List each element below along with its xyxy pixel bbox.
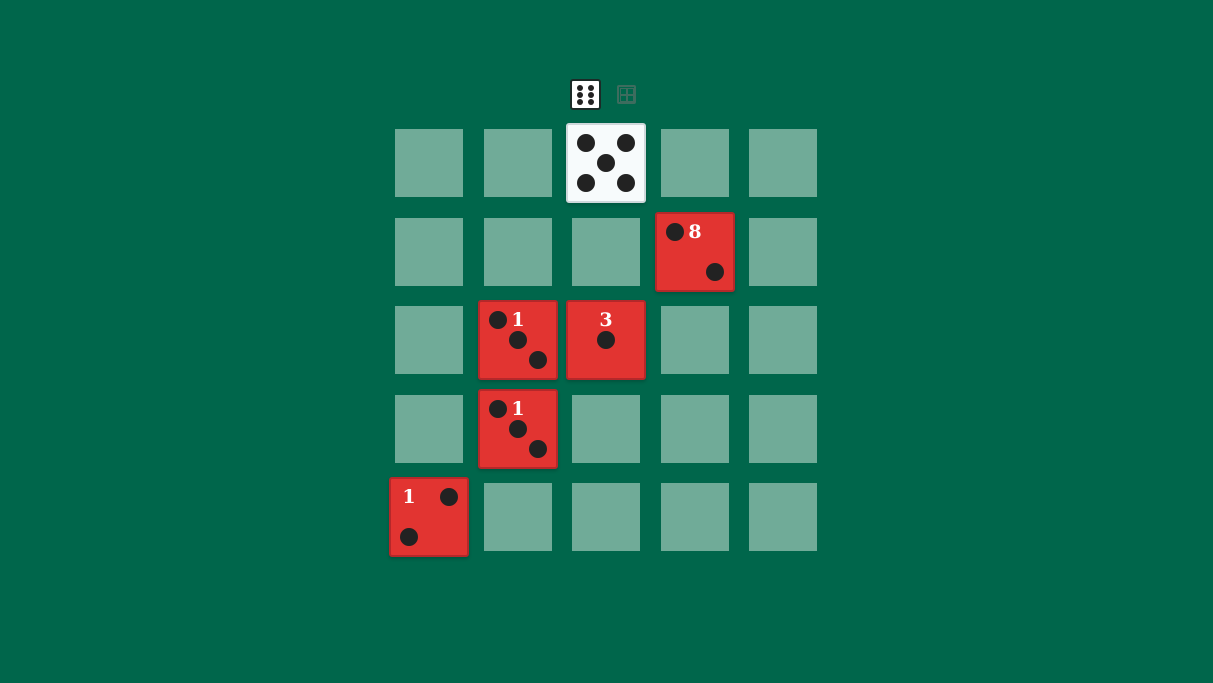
die-pip — [529, 351, 547, 369]
empty-slot[interactable] — [749, 395, 817, 463]
die-score-label: 1 — [402, 486, 416, 508]
die-pip — [577, 174, 595, 192]
empty-slot[interactable] — [661, 129, 729, 197]
empty-slot[interactable] — [484, 129, 552, 197]
empty-slot[interactable] — [661, 483, 729, 551]
die-pip — [617, 134, 635, 152]
die-score-label: 8 — [688, 221, 702, 243]
placed-die[interactable]: 1 — [478, 389, 558, 469]
placed-die[interactable]: 8 — [655, 212, 735, 292]
die-pip — [400, 528, 418, 546]
empty-slot[interactable] — [661, 306, 729, 374]
placed-die[interactable]: 3 — [566, 300, 646, 380]
empty-slot[interactable] — [749, 306, 817, 374]
game-board: 8 1 3 1 1 — [0, 0, 1213, 683]
die-score-label: 1 — [511, 309, 525, 331]
empty-slot[interactable] — [749, 218, 817, 286]
empty-slot[interactable] — [749, 483, 817, 551]
die-score-label: 3 — [599, 309, 613, 331]
empty-slot[interactable] — [572, 395, 640, 463]
die-pip — [509, 331, 527, 349]
placed-die[interactable]: 1 — [478, 300, 558, 380]
die-score-label: 1 — [511, 398, 525, 420]
empty-slot[interactable] — [572, 483, 640, 551]
empty-slot[interactable] — [484, 483, 552, 551]
die-pip — [440, 488, 458, 506]
current-die[interactable] — [566, 123, 646, 203]
die-pip — [489, 311, 507, 329]
empty-slot[interactable] — [395, 129, 463, 197]
placed-die[interactable]: 1 — [389, 477, 469, 557]
empty-slot[interactable] — [484, 218, 552, 286]
die-pip — [489, 400, 507, 418]
empty-slot[interactable] — [749, 129, 817, 197]
empty-slot[interactable] — [572, 218, 640, 286]
die-pip — [617, 174, 635, 192]
empty-slot[interactable] — [395, 218, 463, 286]
empty-slot[interactable] — [661, 395, 729, 463]
die-pip — [706, 263, 724, 281]
die-pip — [509, 420, 527, 438]
empty-slot[interactable] — [395, 395, 463, 463]
die-pip — [666, 223, 684, 241]
empty-slot[interactable] — [395, 306, 463, 374]
die-pip — [529, 440, 547, 458]
die-pip — [577, 134, 595, 152]
die-pip — [597, 154, 615, 172]
die-pip — [597, 331, 615, 349]
